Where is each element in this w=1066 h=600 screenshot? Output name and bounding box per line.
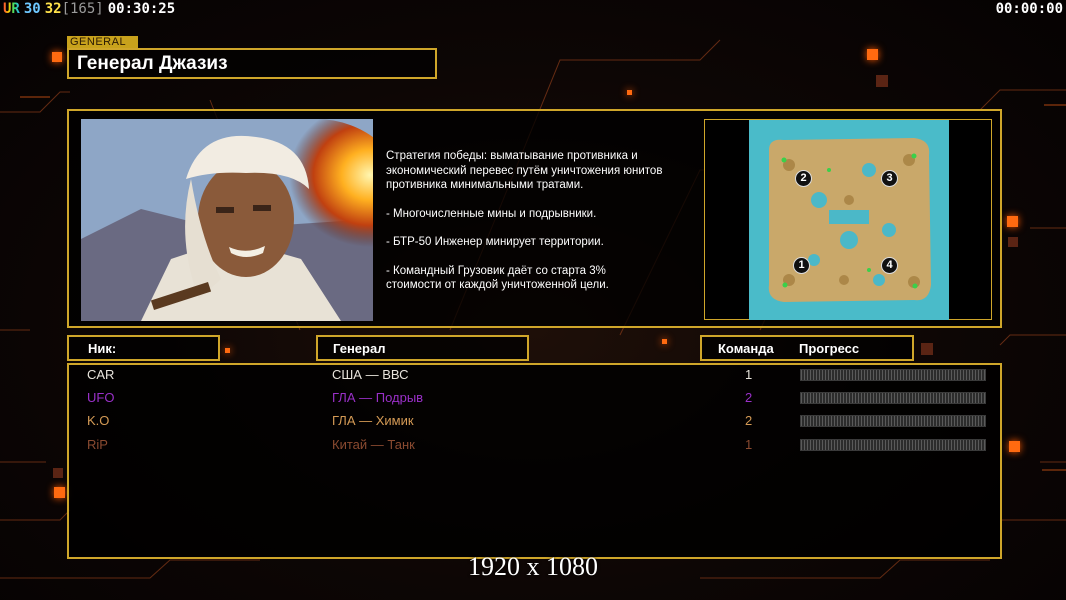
player-nick: UFO (87, 390, 115, 405)
hud-bracket: [165] (61, 1, 104, 17)
glow-square (54, 487, 65, 498)
glow-square (225, 348, 230, 353)
minimap[interactable]: 2 3 1 4 (704, 119, 992, 320)
description-line: Стратегия победы: выматывание противника… (386, 150, 663, 191)
portrait-image (81, 119, 373, 321)
dim-square (1008, 237, 1018, 247)
player-nick: RiP (87, 437, 108, 452)
general-info-panel: Стратегия победы: выматывание противника… (67, 109, 1002, 328)
resolution-label: 1920 x 1080 (468, 552, 598, 581)
general-title: Генерал Джазиз (77, 53, 228, 74)
player-general: Китай — Танк (332, 437, 415, 452)
glow-square (1007, 216, 1018, 227)
player-nick: K.O (87, 413, 110, 428)
progress-label: Прогресс (799, 341, 860, 356)
map-slot-4[interactable]: 4 (881, 257, 898, 274)
hud-ur: UR (3, 1, 20, 17)
general-description: Стратегия победы: выматывание противника… (386, 149, 706, 307)
map-slot-2[interactable]: 2 (795, 170, 812, 187)
player-progress-bar (800, 369, 986, 381)
player-row: RiP Китай — Танк 1 (69, 435, 1000, 457)
map-slot-1[interactable]: 1 (793, 257, 810, 274)
description-line: - Командный Грузовик даёт со старта 3% с… (386, 264, 609, 292)
dim-square (53, 468, 63, 478)
player-progress-bar (800, 415, 986, 427)
player-row: UFO ГЛА — Подрыв 2 (69, 388, 1000, 410)
minimap-image (749, 120, 949, 320)
hud-count-b: 32 (44, 1, 62, 17)
player-progress-bar (800, 392, 986, 404)
nick-label: Ник: (88, 341, 117, 356)
player-general: ГЛА — Подрыв (332, 390, 424, 405)
player-team: 1 (745, 367, 753, 382)
glow-square (867, 49, 878, 60)
glow-square (627, 90, 632, 95)
general-label: Генерал (333, 341, 386, 356)
player-team: 2 (745, 413, 753, 428)
hud-stats: UR 30 32 [165] 00:30:25 (3, 1, 175, 17)
dim-square (876, 75, 888, 87)
hud-clock: 00:00:00 (995, 1, 1063, 17)
player-general: ГЛА — Химик (332, 413, 414, 428)
description-line: - БТР-50 Инженер минирует территории. (386, 236, 604, 248)
player-team: 2 (745, 390, 753, 405)
hud-count-a: 30 (23, 1, 41, 17)
player-team: 1 (745, 437, 753, 452)
player-row: CAR США — ВВС 1 (69, 365, 1000, 387)
glow-square (1009, 441, 1020, 452)
general-title-box: Генерал Джазиз (67, 48, 437, 79)
dim-square (921, 343, 933, 355)
column-header-general: Генерал (316, 335, 529, 361)
column-header-nick: Ник: (67, 335, 220, 361)
map-slot-3[interactable]: 3 (881, 170, 898, 187)
column-header-team-progress: Команда Прогресс (700, 335, 914, 361)
players-panel: CAR США — ВВС 1 UFO ГЛА — Подрыв 2 K.O Г… (67, 363, 1002, 559)
team-label: Команда (718, 341, 774, 356)
hud-elapsed: 00:30:25 (107, 1, 176, 17)
description-line: - Многочисленные мины и подрывники. (386, 207, 597, 220)
player-general: США — ВВС (332, 367, 409, 382)
general-portrait (81, 119, 373, 321)
player-row: K.O ГЛА — Химик 2 (69, 411, 1000, 433)
player-nick: CAR (87, 367, 115, 382)
player-progress-bar (800, 439, 986, 451)
glow-square (662, 339, 667, 344)
glow-square (52, 52, 62, 62)
